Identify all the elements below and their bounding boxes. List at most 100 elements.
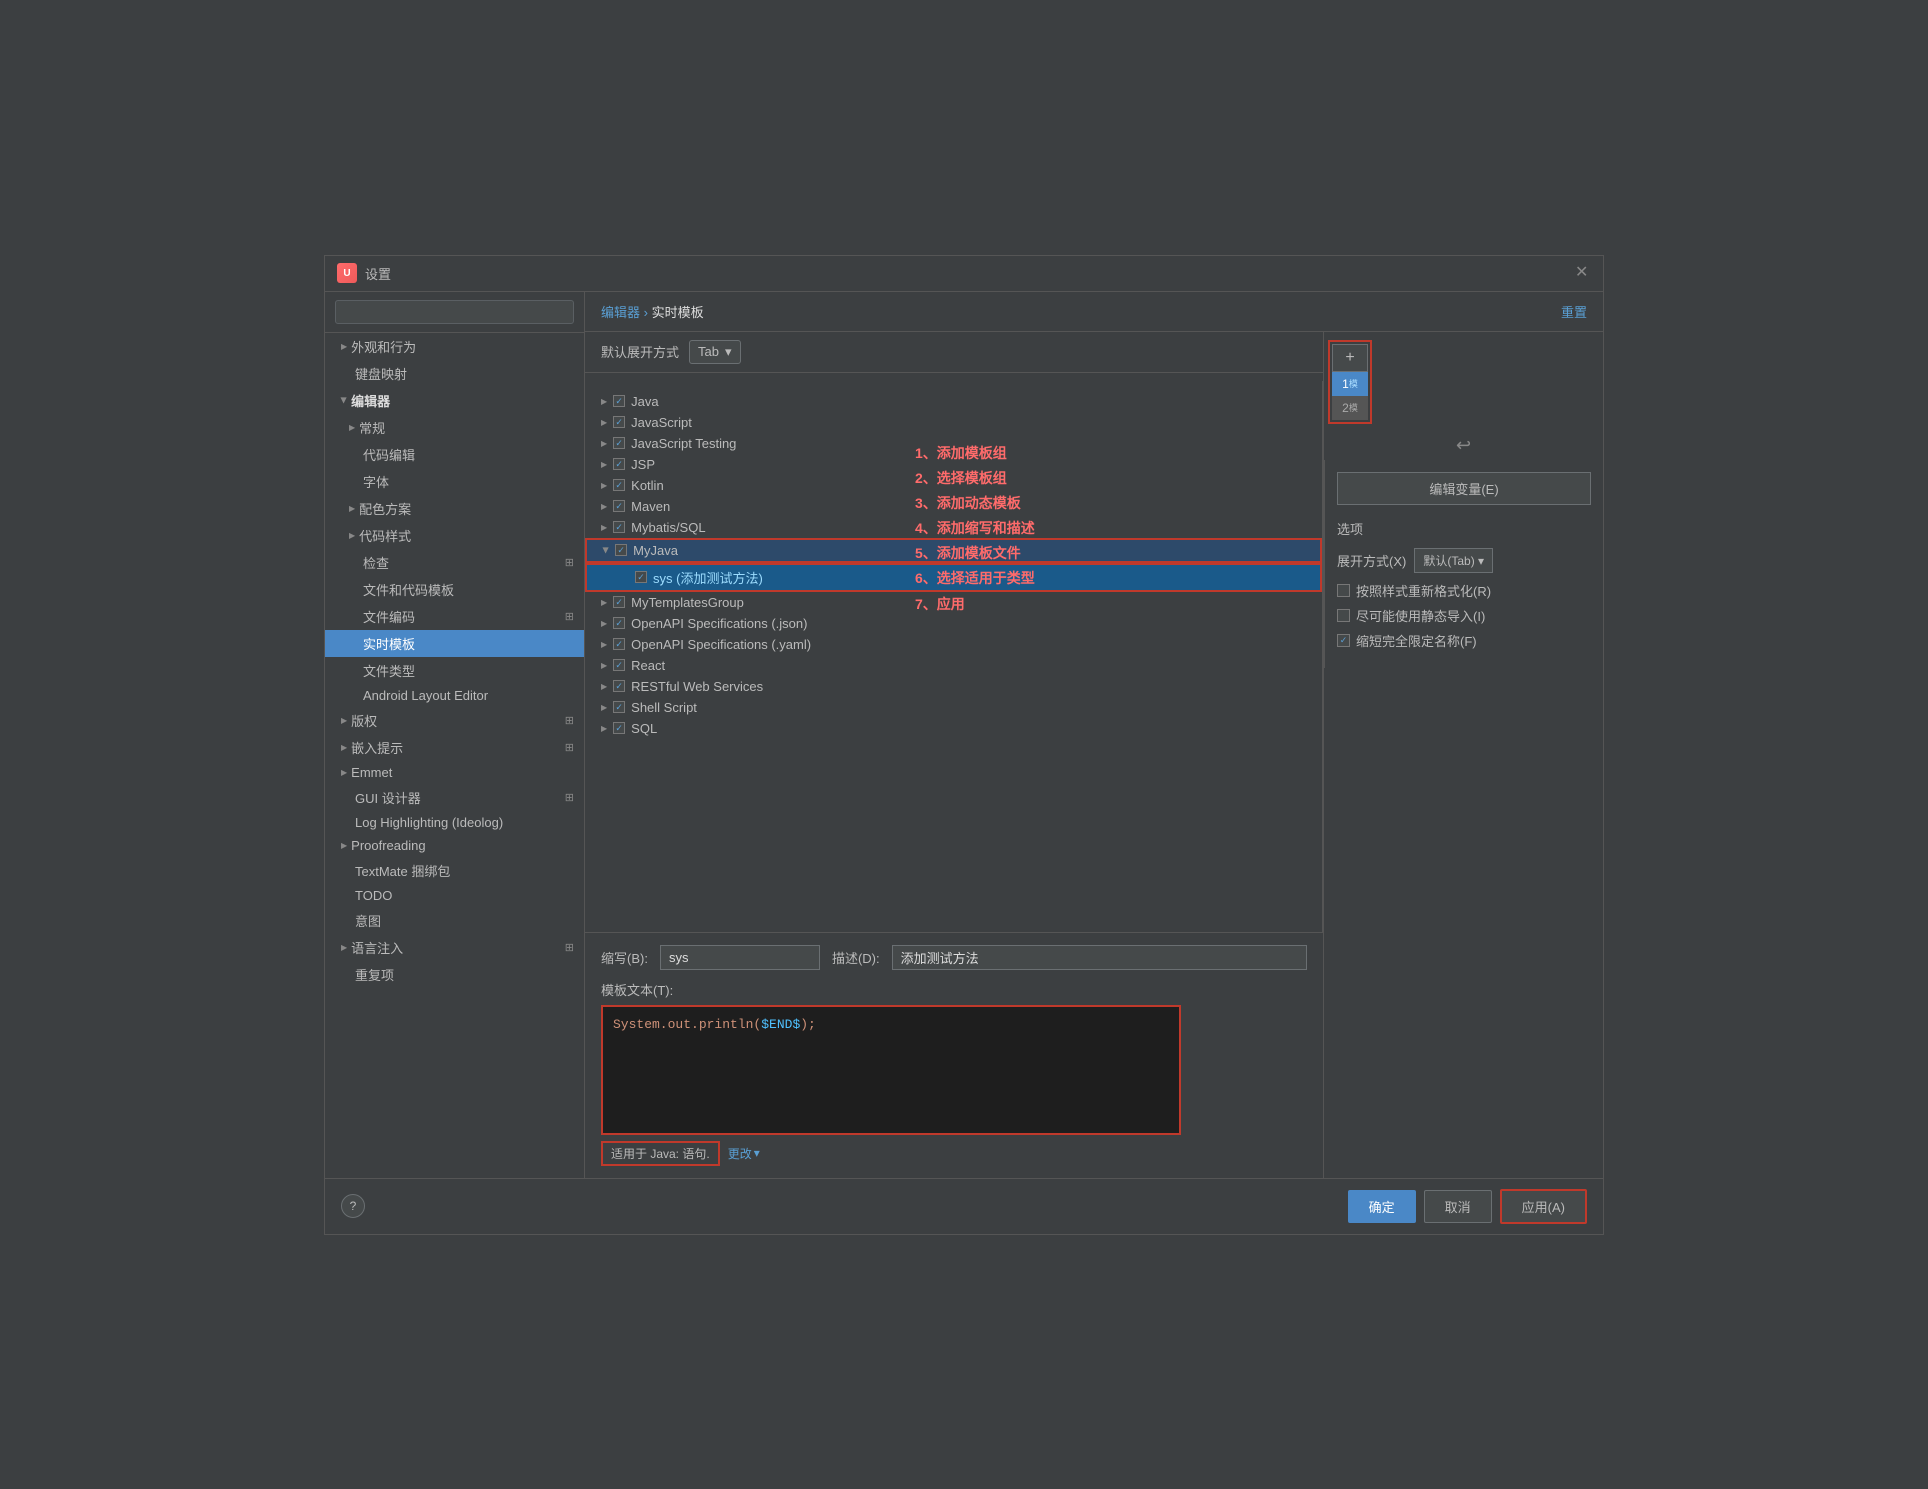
expand-icon: ▶ [341,943,347,952]
reset-button[interactable]: 重置 [1561,302,1587,321]
applicable-badge[interactable]: 适用于 Java: 语句. [601,1141,720,1166]
sidebar-item-proofreading[interactable]: ▶ Proofreading [325,834,584,857]
abbr-input[interactable] [660,945,820,970]
tree-item-mybatis[interactable]: ▶ Mybatis/SQL [585,517,1322,538]
sidebar-item-intention[interactable]: 意图 [325,907,584,934]
tree-item-openapi-json[interactable]: ▶ OpenAPI Specifications (.json) [585,613,1322,634]
checkbox-sql[interactable] [613,722,625,734]
sidebar-label: Proofreading [351,838,425,853]
sidebar-item-log-highlighting[interactable]: Log Highlighting (Ideolog) [325,811,584,834]
inlay-icon: ⊞ [565,741,574,754]
tree-item-maven[interactable]: ▶ Maven [585,496,1322,517]
sidebar-item-general[interactable]: ▶ 常规 [325,414,584,441]
help-button[interactable]: ? [341,1194,365,1218]
sidebar-item-textmate[interactable]: TextMate 捆绑包 [325,857,584,884]
reformat-checkbox[interactable] [1337,584,1350,597]
checkbox-sys[interactable] [635,571,647,583]
sidebar-item-file-types[interactable]: 文件类型 [325,657,584,684]
tree-item-react[interactable]: ▶ React [585,655,1322,676]
default-expand-label: 默认展开方式 [601,342,679,361]
encoding-icon: ⊞ [565,610,574,623]
expand-icon: ▶ [601,460,607,469]
default-expand-dropdown[interactable]: Tab ▾ [689,340,741,364]
option2-button[interactable]: 2 模 [1332,396,1368,420]
sidebar-item-code-style[interactable]: ▶ 代码样式 [325,522,584,549]
tree-item-myjava[interactable]: ▶ MyJava [585,538,1322,563]
tree-item-kotlin[interactable]: ▶ Kotlin [585,475,1322,496]
tree-item-js-testing[interactable]: ▶ JavaScript Testing [585,433,1322,454]
tree-label: MyTemplatesGroup [631,595,744,610]
confirm-button[interactable]: 确定 [1348,1190,1416,1223]
expand-icon: ▶ [601,523,607,532]
checkbox-myjava[interactable] [615,544,627,556]
change-link[interactable]: 更改 ▾ [728,1145,760,1162]
app-icon: U [337,263,357,283]
sidebar-label: TextMate 捆绑包 [355,861,450,880]
search-box [325,292,584,333]
checkbox-java[interactable] [613,395,625,407]
checkbox-shell[interactable] [613,701,625,713]
tree-item-shell[interactable]: ▶ Shell Script [585,697,1322,718]
undo-button[interactable]: ↩ [1450,432,1478,460]
sidebar-item-code-editing[interactable]: 代码编辑 [325,441,584,468]
tree-item-sys[interactable]: sys (添加测试方法) [585,563,1322,592]
tree-item-restful[interactable]: ▶ RESTful Web Services [585,676,1322,697]
checkbox-jsp[interactable] [613,458,625,470]
edit-vars-button[interactable]: 编辑变量(E) [1337,472,1591,505]
sidebar-item-color-scheme[interactable]: ▶ 配色方案 [325,495,584,522]
expand-dropdown[interactable]: 默认(Tab) ▾ [1414,548,1493,573]
checkbox-mytemplates[interactable] [613,596,625,608]
tree-item-jsp[interactable]: ▶ JSP [585,454,1322,475]
checkbox-javascript[interactable] [613,416,625,428]
cancel-button[interactable]: 取消 [1424,1190,1492,1223]
sidebar-item-font[interactable]: 字体 [325,468,584,495]
sidebar-label: 文件编码 [363,607,415,626]
desc-input[interactable] [892,945,1307,970]
tree-label: Mybatis/SQL [631,520,705,535]
sidebar-item-emmet[interactable]: ▶ Emmet [325,761,584,784]
abbr-row: 缩写(B): 描述(D): [601,945,1307,970]
sidebar-item-todo[interactable]: TODO [325,884,584,907]
sidebar-item-android-layout[interactable]: Android Layout Editor [325,684,584,707]
sidebar-item-appearance[interactable]: ▶ 外观和行为 [325,333,584,360]
static-import-checkbox[interactable] [1337,609,1350,622]
lang-icon: ⊞ [565,941,574,954]
tree-item-sql[interactable]: ▶ SQL [585,718,1322,739]
sidebar-item-copyright[interactable]: ▶ 版权 ⊞ [325,707,584,734]
sidebar-item-editor[interactable]: ▶ 编辑器 [325,387,584,414]
checkbox-maven[interactable] [613,500,625,512]
checkbox-react[interactable] [613,659,625,671]
sidebar-item-lang-inject[interactable]: ▶ 语言注入 ⊞ [325,934,584,961]
sidebar-item-file-encoding[interactable]: 文件编码 ⊞ [325,603,584,630]
checkbox-restful[interactable] [613,680,625,692]
sidebar-item-inlay-hints[interactable]: ▶ 嵌入提示 ⊞ [325,734,584,761]
default-expand-row: 默认展开方式 Tab ▾ [585,332,1323,373]
search-input[interactable] [335,300,574,324]
sidebar-item-live-templates[interactable]: 实时模板 [325,630,584,657]
tree-item-mytemplates[interactable]: ▶ MyTemplatesGroup [585,592,1322,613]
tree-item-openapi-yaml[interactable]: ▶ OpenAPI Specifications (.yaml) [585,634,1322,655]
add-button[interactable]: + [1332,344,1368,372]
sidebar-item-keymap[interactable]: 键盘映射 [325,360,584,387]
option1-button[interactable]: 1 模 [1332,372,1368,396]
apply-button[interactable]: 应用(A) [1500,1189,1587,1224]
tree-item-javascript[interactable]: ▶ JavaScript [585,412,1322,433]
shorten-checkbox[interactable] [1337,634,1350,647]
sidebar-item-inspection[interactable]: 检查 ⊞ [325,549,584,576]
sidebar-item-file-code-templates[interactable]: 文件和代码模板 [325,576,584,603]
plus-icon: + [1345,349,1354,367]
template-editor[interactable]: System.out.println($END$); [601,1005,1181,1135]
checkbox-openapi-json[interactable] [613,617,625,629]
tree-item-java[interactable]: ▶ Java [585,391,1322,412]
shorten-label: 缩短完全限定名称(F) [1356,631,1477,650]
sidebar-item-gui-designer[interactable]: GUI 设计器 ⊞ [325,784,584,811]
expand-icon: ▶ [601,724,607,733]
close-button[interactable]: ✕ [1575,265,1591,281]
breadcrumb: 编辑器 › 实时模板 [601,302,704,321]
checkbox-openapi-yaml[interactable] [613,638,625,650]
checkbox-kotlin[interactable] [613,479,625,491]
checkbox-js-testing[interactable] [613,437,625,449]
sidebar-item-reset[interactable]: 重复项 [325,961,584,988]
checkbox-mybatis[interactable] [613,521,625,533]
expand-icon: ▶ [601,418,607,427]
